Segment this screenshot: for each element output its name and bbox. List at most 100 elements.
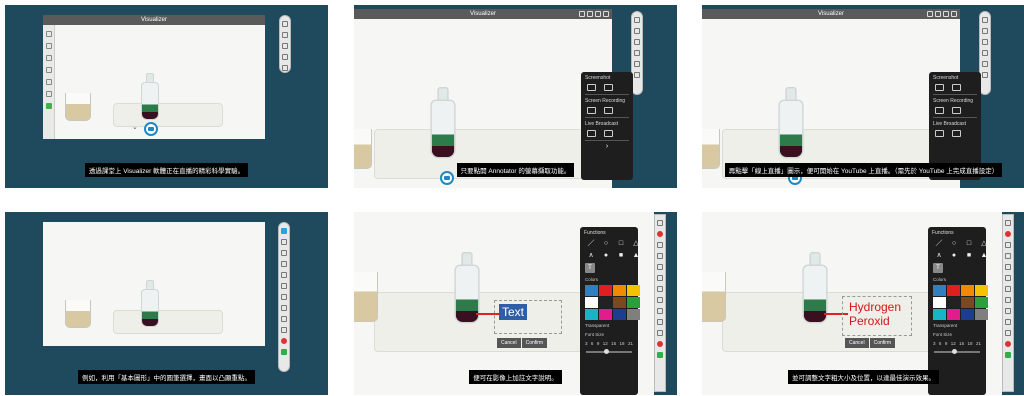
swatch-yellow[interactable]: [627, 285, 640, 296]
broadcast-area-icon[interactable]: [952, 130, 961, 137]
swatch-white[interactable]: [585, 297, 598, 308]
swatch-cyan[interactable]: [933, 309, 946, 320]
area-record-icon[interactable]: [604, 107, 613, 114]
tool-icon[interactable]: [982, 17, 988, 23]
tool-icon[interactable]: [282, 54, 288, 60]
angle-shape[interactable]: ∧: [933, 251, 945, 260]
camera-icon[interactable]: [144, 122, 158, 136]
swatch-blue[interactable]: [585, 285, 598, 296]
record-icon[interactable]: [657, 231, 663, 237]
swatch-navy[interactable]: [961, 309, 974, 320]
text-tool-button[interactable]: T: [585, 263, 595, 273]
angle-shape[interactable]: ∧: [585, 251, 597, 260]
rect-shape[interactable]: □: [963, 239, 975, 248]
tool-icon[interactable]: [634, 50, 640, 56]
chevron-down-icon[interactable]: ⌄: [132, 123, 138, 131]
tool-icon[interactable]: [634, 17, 640, 23]
swatch-green[interactable]: [627, 297, 640, 308]
broadcast-area-icon[interactable]: [604, 130, 613, 137]
record-icon[interactable]: [1005, 341, 1011, 347]
fullscreen-record-icon[interactable]: [587, 107, 596, 114]
swatch-green[interactable]: [975, 297, 988, 308]
tool-icon[interactable]: [634, 72, 640, 78]
tool-icon[interactable]: [281, 327, 287, 333]
cancel-button[interactable]: Cancel: [497, 338, 521, 348]
triangle-shape[interactable]: △: [978, 239, 990, 248]
tool-icon[interactable]: [1005, 330, 1011, 336]
tool-icon[interactable]: [1005, 275, 1011, 281]
tool-icon[interactable]: [657, 330, 663, 336]
area-capture-icon[interactable]: [604, 84, 613, 91]
tool-icon[interactable]: [657, 264, 663, 270]
broadcast-icon[interactable]: [935, 130, 944, 137]
swatch-navy[interactable]: [613, 309, 626, 320]
tool-icon[interactable]: [657, 297, 663, 303]
filled-triangle-shape[interactable]: ▲: [978, 251, 990, 260]
tool-icon[interactable]: [982, 39, 988, 45]
tool-icon[interactable]: [634, 39, 640, 45]
tool-icon[interactable]: [982, 28, 988, 34]
triangle-shape[interactable]: △: [630, 239, 642, 248]
go-icon[interactable]: [657, 352, 663, 358]
tool-icon[interactable]: [657, 308, 663, 314]
text-annotation-box[interactable]: Text: [494, 300, 562, 334]
tool-icon[interactable]: [282, 32, 288, 38]
font-size-slider[interactable]: [586, 349, 632, 354]
tool-icon[interactable]: [634, 28, 640, 34]
tool-icon[interactable]: [982, 50, 988, 56]
go-icon[interactable]: [1005, 352, 1011, 358]
tool-icon[interactable]: [45, 91, 52, 97]
swatch-gray[interactable]: [975, 309, 988, 320]
tool-icon[interactable]: [982, 61, 988, 67]
tool-icon[interactable]: [281, 239, 287, 245]
swatch-gray[interactable]: [627, 309, 640, 320]
tool-icon[interactable]: [657, 253, 663, 259]
text-tool-button[interactable]: T: [933, 263, 943, 273]
tool-icon[interactable]: [982, 72, 988, 78]
tool-icon[interactable]: [281, 305, 287, 311]
tool-icon[interactable]: [1005, 264, 1011, 270]
swatch-black[interactable]: [947, 297, 960, 308]
tool-icon[interactable]: [1005, 242, 1011, 248]
next-arrow[interactable]: ›: [581, 141, 633, 152]
tool-icon[interactable]: [1005, 297, 1011, 303]
swatch-black[interactable]: [599, 297, 612, 308]
tool-icon[interactable]: [657, 275, 663, 281]
tool-icon[interactable]: [1005, 319, 1011, 325]
tool-icon[interactable]: [281, 316, 287, 322]
tool-icon[interactable]: [45, 31, 52, 37]
transparent-toggle[interactable]: Transparent: [928, 321, 986, 330]
tool-icon[interactable]: [657, 286, 663, 292]
fullscreen-capture-icon[interactable]: [935, 84, 944, 91]
tool-icon[interactable]: [282, 65, 288, 71]
filled-rect-shape[interactable]: ■: [615, 251, 627, 260]
fullscreen-capture-icon[interactable]: [587, 84, 596, 91]
swatch-orange[interactable]: [961, 285, 974, 296]
swatch-blue[interactable]: [933, 285, 946, 296]
filled-triangle-shape[interactable]: ▲: [630, 251, 642, 260]
tool-icon[interactable]: [1005, 286, 1011, 292]
circle-shape[interactable]: ○: [948, 239, 960, 248]
swatch-white[interactable]: [933, 297, 946, 308]
tool-icon[interactable]: [45, 67, 52, 73]
swatch-brown[interactable]: [961, 297, 974, 308]
record-icon[interactable]: [1005, 231, 1011, 237]
swatch-magenta[interactable]: [947, 309, 960, 320]
cancel-button[interactable]: Cancel: [845, 338, 869, 348]
filled-rect-shape[interactable]: ■: [963, 251, 975, 260]
fullscreen-record-icon[interactable]: [935, 107, 944, 114]
swatch-brown[interactable]: [613, 297, 626, 308]
record-icon[interactable]: [281, 338, 287, 344]
tool-icon[interactable]: [45, 55, 52, 61]
rect-shape[interactable]: □: [615, 239, 627, 248]
text-annotation-box[interactable]: Hydrogen Peroxid: [842, 296, 912, 336]
tool-icon[interactable]: [281, 294, 287, 300]
tool-icon[interactable]: [281, 272, 287, 278]
text-annotation[interactable]: Text: [499, 304, 528, 320]
confirm-button[interactable]: Confirm: [521, 338, 548, 348]
tool-icon[interactable]: [1005, 220, 1011, 226]
tool-icon[interactable]: [281, 283, 287, 289]
font-size-slider[interactable]: [934, 349, 980, 354]
swatch-yellow[interactable]: [975, 285, 988, 296]
swatch-red[interactable]: [599, 285, 612, 296]
